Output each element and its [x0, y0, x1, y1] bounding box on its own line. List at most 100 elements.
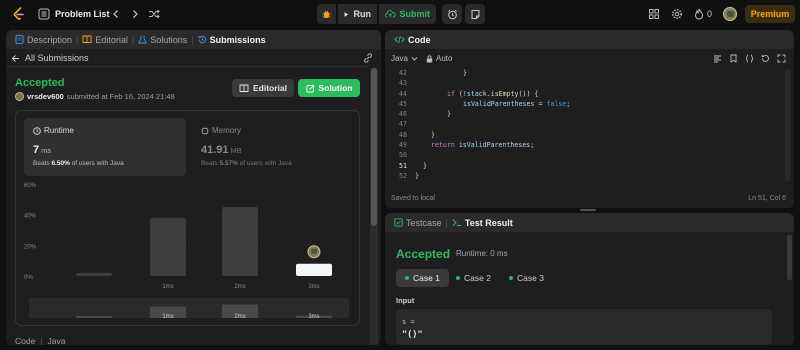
shuffle-icon[interactable] [148, 8, 160, 20]
line-number: 52 [399, 171, 407, 180]
code-line[interactable]: 45 isValidParentheses = false; [385, 99, 785, 109]
edit-icon [305, 84, 314, 92]
chart-bar [222, 207, 258, 276]
tab-editorial[interactable]: Editorial [79, 35, 131, 45]
y-tick-label: 40% [24, 214, 37, 220]
expand-icon[interactable] [777, 54, 786, 63]
code-panel: Code Java Auto 42} 43 44 if (!stack.isEmpty… [385, 30, 794, 208]
test-scrollbar[interactable] [787, 235, 792, 280]
tab-solutions-label: Solutions [150, 34, 188, 45]
tab-editorial-label: Editorial [95, 34, 128, 45]
memory-beats-suffix: of users with Java [239, 160, 292, 167]
cloud-upload-icon [385, 10, 396, 18]
alarm-icon [447, 9, 457, 19]
solution-button[interactable]: Solution [298, 79, 360, 97]
code-line[interactable]: 47 [385, 119, 785, 129]
code-icon [394, 35, 405, 44]
save-status: Saved to local [391, 195, 435, 202]
case-tab-1[interactable]: Case 1 [396, 269, 449, 287]
editorial-button-label: Editorial [252, 83, 287, 93]
reset-icon[interactable] [761, 54, 770, 63]
chevron-left-icon[interactable] [110, 8, 122, 20]
tab-code[interactable]: Code [391, 35, 434, 45]
avatar[interactable] [723, 7, 737, 21]
mini-tick-label: 3ms [308, 314, 319, 318]
x-tick-label: 1ms [162, 284, 173, 290]
gear-icon[interactable] [671, 8, 683, 20]
scrollbar-thumb[interactable] [371, 68, 377, 226]
memory-label-text: Memory [212, 126, 241, 135]
editor-scrollbar[interactable] [785, 69, 790, 181]
code-line[interactable]: 43 [385, 78, 785, 88]
tab-solutions[interactable]: Solutions [135, 35, 190, 45]
link-icon[interactable] [363, 53, 373, 63]
y-tick-label: 20% [24, 244, 37, 250]
tab-submissions-label: Submissions [209, 34, 266, 45]
code-line[interactable]: 48} [385, 130, 785, 140]
book-icon [82, 35, 92, 44]
run-button[interactable]: Run [338, 4, 377, 24]
code-line[interactable]: 42} [385, 68, 785, 78]
case-tab-3[interactable]: Case 3 [500, 269, 553, 287]
autosave-toggle[interactable]: Auto [426, 54, 452, 63]
tab-description[interactable]: Description [12, 35, 75, 45]
code-token: } [463, 69, 467, 77]
code-text: } [431, 130, 435, 140]
run-toolbar: Run Submit [317, 4, 436, 24]
tab-testcase-label: Testcase [406, 217, 442, 228]
y-tick-label: 60% [24, 183, 37, 189]
panel-resize-handle[interactable] [580, 209, 596, 211]
problem-list-link[interactable]: Problem List [55, 9, 110, 19]
submitted-time: submitted at Feb 16, 2024 21:48 [66, 92, 175, 101]
runtime-card[interactable]: Runtime 7 ms Beats 6.50% of users with Ja… [24, 118, 186, 176]
code-header: Code [385, 30, 794, 49]
solution-button-label: Solution [318, 83, 353, 93]
braces-icon[interactable] [745, 54, 754, 63]
username[interactable]: vrsdev600 [27, 92, 64, 101]
notes-button[interactable] [465, 4, 485, 24]
premium-button[interactable]: Premium [745, 5, 795, 23]
code-line[interactable]: 49 return isValidParentheses; [385, 140, 785, 150]
format-icon[interactable] [713, 54, 722, 63]
runtime-distribution-chart[interactable]: 60% 40% 20% 0% 1ms 2ms 3ms 1ms 2ms 3ms [24, 178, 354, 318]
leetcode-logo[interactable] [12, 7, 26, 21]
submission-panel: Description | Editorial | Solutions | Su… [6, 30, 381, 345]
runtime-beats-suffix: of users with Java [71, 160, 124, 167]
layout-grid-icon[interactable] [648, 8, 660, 20]
editorial-button[interactable]: Editorial [232, 79, 294, 97]
code-text: } [415, 171, 419, 181]
case-tab-2[interactable]: Case 2 [447, 269, 500, 287]
chevron-right-icon[interactable] [129, 8, 141, 20]
debug-button[interactable] [317, 4, 336, 24]
code-token: stack [466, 89, 487, 98]
language-select[interactable]: Java [391, 54, 418, 63]
tab-submissions[interactable]: Submissions [195, 35, 269, 45]
code-line[interactable]: 52} [385, 171, 785, 181]
memory-beats-pct: 5.57% [219, 160, 238, 167]
fire-icon[interactable] [694, 8, 704, 20]
code-line[interactable]: 50 [385, 150, 785, 160]
code-line[interactable]: 51} [385, 161, 785, 171]
runtime-value: 7 ms [33, 144, 51, 156]
memory-label: Memory [201, 126, 241, 135]
tab-test-result[interactable]: Test Result [449, 218, 516, 228]
memory-number: 41.91 [201, 144, 229, 156]
code-line[interactable]: 46} [385, 109, 785, 119]
code-line[interactable]: 44 if (!stack.isEmpty()) { [385, 89, 785, 99]
user-marker-inner [311, 248, 317, 254]
memory-card[interactable]: Memory 41.91 MB Beats 5.57% of users with… [192, 118, 354, 176]
editor-actions [713, 54, 786, 63]
input-var-name: s = [402, 318, 415, 326]
tab-testcase[interactable]: Testcase [391, 218, 445, 228]
submit-button[interactable]: Submit [379, 4, 436, 24]
all-submissions-link[interactable]: All Submissions [11, 53, 89, 63]
run-label: Run [353, 9, 372, 19]
code-token: if [447, 89, 455, 98]
timer-button[interactable] [442, 4, 462, 24]
bookmark-icon[interactable] [729, 54, 738, 63]
case-label-3: Case 3 [517, 273, 544, 283]
code-text: } [447, 109, 451, 119]
list-icon[interactable] [38, 8, 50, 20]
test-status: Accepted [396, 247, 451, 261]
code-editor[interactable]: 42} 43 44 if (!stack.isEmpty()) {45 isValidP… [385, 68, 785, 181]
